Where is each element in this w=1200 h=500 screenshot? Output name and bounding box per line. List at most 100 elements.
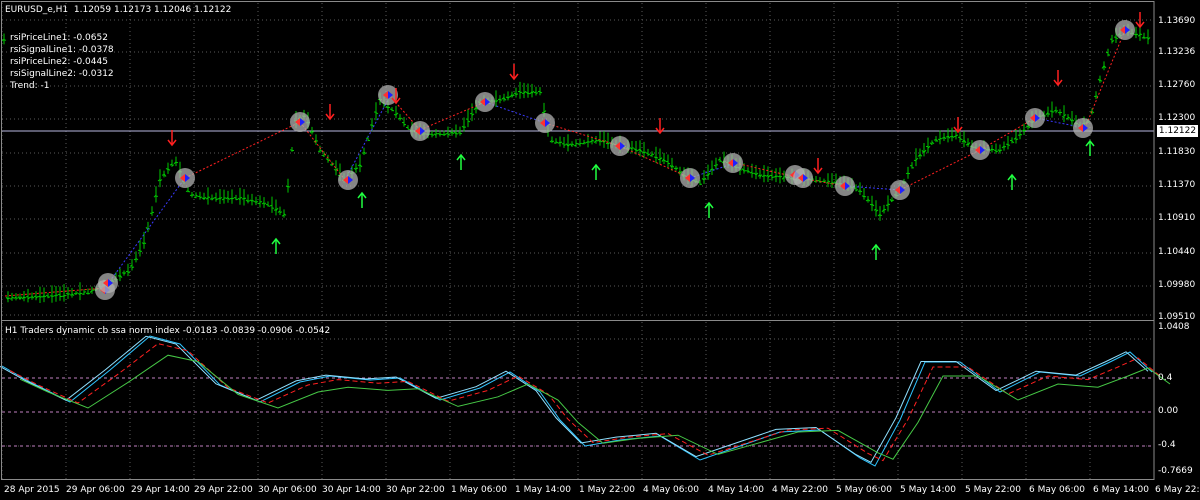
candle-tick [779, 175, 783, 178]
grid-lines [1, 3, 1155, 481]
candle-tick [579, 142, 583, 145]
price-axis-label: 1.13690 [1158, 16, 1196, 26]
chart-border [1, 1, 1155, 480]
candle-tick [355, 167, 359, 170]
time-axis-label: 1 May 06:00 [451, 485, 507, 495]
price-axis-label: 1.12300 [1158, 113, 1196, 123]
candle-tick [257, 202, 261, 205]
oscillator-line-green [19, 354, 1171, 460]
price-axis-label: 1.11830 [1158, 147, 1196, 157]
candle-tick [515, 93, 519, 96]
candle-tick [39, 296, 43, 298]
trend-segment [184, 121, 301, 179]
candle-tick [591, 139, 595, 142]
candle-tick [431, 134, 435, 136]
candle-tick [273, 209, 277, 211]
time-axis-label: 30 Apr 22:00 [386, 485, 445, 495]
candle-tick [563, 144, 567, 146]
candle-tick [3, 39, 7, 41]
osc-axis-label: -0.4 [1158, 440, 1176, 450]
candle-tick [1007, 144, 1011, 146]
time-axis-label: 5 May 22:00 [965, 485, 1021, 495]
candle-tick [233, 196, 237, 199]
candle-tick [161, 174, 165, 176]
candle-tick [645, 152, 649, 154]
candle-tick [131, 266, 135, 269]
candle-tick [941, 137, 945, 139]
time-axis-label: 29 Apr 06:00 [66, 485, 125, 495]
candle-tick [243, 197, 247, 200]
candle-tick [133, 258, 137, 261]
trend-segment [104, 177, 186, 289]
candle-tick [667, 162, 671, 165]
candle-tick [945, 136, 949, 138]
time-axis-label: 30 Apr 14:00 [322, 485, 381, 495]
price-axis-label: 1.12760 [1158, 80, 1196, 90]
candle-tick [247, 200, 251, 202]
candle-tick [763, 175, 767, 177]
candle-tick [831, 182, 835, 184]
candle-tick [995, 150, 999, 153]
indicator-line: Trend: -1 [10, 81, 50, 91]
candle-tick [1107, 54, 1111, 56]
time-axis-label: 6 May 14:00 [1093, 485, 1149, 495]
candle-tick [389, 108, 393, 111]
candle-tick [73, 293, 77, 295]
candle-tick [391, 109, 395, 112]
candle-tick [441, 133, 445, 136]
indicator-line: rsiSignalLine1: -0.0378 [10, 45, 114, 55]
indicator-values: rsiPriceLine1: -0.0652 rsiSignalLine1: -… [10, 32, 114, 92]
candle-tick [189, 194, 193, 196]
candlesticks [1, 23, 1151, 303]
time-axis-label: 6 May 06:00 [1029, 485, 1085, 495]
trend-segment [899, 149, 981, 191]
candle-tick [393, 114, 397, 116]
main-chart-header: EURUSD_e,H1 1.12059 1.12173 1.12046 1.12… [5, 5, 231, 16]
subwindow-header: H1 Traders dynamic cb ssa norm index -0.… [5, 326, 331, 336]
symbol-timeframe: EURUSD_e,H1 [5, 5, 69, 15]
candle-tick [551, 140, 555, 143]
time-axis-label: 1 May 22:00 [579, 485, 635, 495]
candle-tick [913, 159, 917, 162]
indicator-line: rsiPriceLine2: -0.0445 [10, 57, 108, 67]
candle-tick [29, 296, 33, 298]
chart-frame [1, 1, 1155, 480]
candle-tick [887, 203, 891, 206]
candle-tick [505, 96, 509, 99]
price-axis-label: 1.09980 [1158, 280, 1196, 290]
trend-segment [1084, 29, 1126, 129]
oscillator-line-light [0, 335, 1149, 464]
candle-tick [87, 292, 91, 295]
price-axis-label: 1.09510 [1158, 312, 1196, 322]
candle-tick [439, 133, 443, 136]
price-chart[interactable] [0, 0, 1200, 500]
candle-tick [651, 153, 655, 156]
time-axis-label: 29 Apr 22:00 [194, 485, 253, 495]
time-axis-label: 5 May 06:00 [836, 485, 892, 495]
osc-axis-label: 1.0408 [1158, 322, 1190, 332]
candle-tick [289, 149, 293, 151]
candle-tick [573, 144, 577, 147]
trend-segment [619, 145, 691, 179]
time-axis-label: 4 May 22:00 [772, 485, 828, 495]
time-axis-label: 28 Apr 2015 [4, 485, 60, 495]
candle-tick [199, 196, 203, 199]
price-axis-label: 1.13236 [1158, 47, 1196, 57]
candle-tick [311, 131, 315, 133]
osc-axis-label: -0.7669 [1158, 466, 1193, 476]
price-axis-label: 1.10440 [1158, 247, 1196, 257]
candle-tick [287, 185, 291, 188]
candle-tick [1005, 143, 1009, 146]
trend-segment [419, 101, 486, 131]
time-axis-label: 4 May 14:00 [708, 485, 764, 495]
candle-tick [37, 295, 41, 298]
osc-axis-label: 0.00 [1158, 406, 1179, 416]
candle-tick [869, 203, 873, 206]
candle-tick [719, 160, 723, 162]
candle-tick [231, 197, 235, 200]
candle-tick [7, 297, 11, 300]
current-price-tag: 1.12122 [1157, 125, 1198, 137]
time-axis-label: 29 Apr 14:00 [131, 485, 190, 495]
candle-tick [469, 112, 473, 115]
candle-tick [43, 295, 47, 298]
